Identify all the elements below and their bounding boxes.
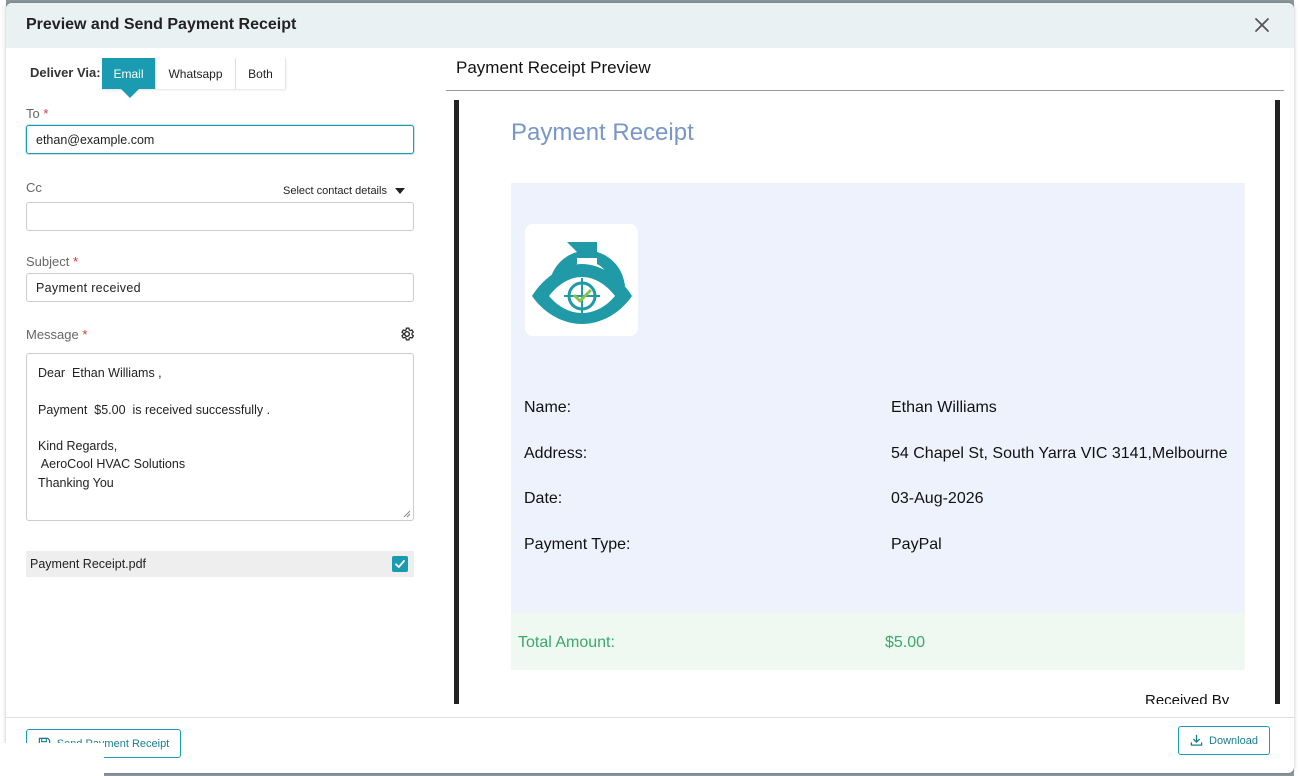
receipt-total-row: Total Amount: $5.00 (511, 613, 1245, 670)
subject-input[interactable]: Payment received (26, 273, 414, 302)
message-line: Payment $5.00 is received successfully . (38, 402, 271, 417)
attachment-filename: Payment Receipt.pdf (30, 557, 147, 571)
send-receipt-modal: Preview and Send Payment Receipt Deliver… (6, 3, 1294, 773)
preview-divider (446, 90, 1284, 91)
receipt-details-card: Name: Ethan Williams Address: 54 Chapel … (511, 183, 1245, 613)
deliver-option-both[interactable]: Both (236, 58, 286, 89)
receipt-date-label: Date: (524, 490, 563, 507)
footer-divider (6, 717, 1294, 718)
receipt-name-label: Name: (524, 399, 572, 416)
background-page-edge-right (1294, 0, 1300, 776)
message-line: Kind Regards, (38, 439, 118, 454)
checkbox-check-icon (395, 560, 405, 568)
deliver-option-whatsapp[interactable]: Whatsapp (156, 58, 236, 89)
message-line (38, 382, 402, 400)
helmet-eye-logo-icon (531, 242, 632, 324)
receipt-address-value: 54 Chapel St, South Yarra VIC 3141,Melbo… (891, 445, 1228, 462)
to-label: To * (26, 106, 49, 121)
message-line: Thanking You (38, 475, 114, 490)
company-logo (525, 224, 638, 336)
background-page-fragment (0, 743, 104, 776)
message-line: AeroCool HVAC Solutions (38, 457, 186, 472)
message-line (38, 419, 402, 437)
receipt-name-value: Ethan Williams (891, 399, 997, 416)
download-button[interactable]: Download (1178, 726, 1270, 755)
attachment-checkbox[interactable] (392, 556, 408, 572)
to-input[interactable]: ethan@example.com (26, 125, 414, 154)
download-icon (1190, 734, 1203, 746)
message-label: Message * (26, 327, 88, 342)
cc-label: Cc (26, 180, 42, 195)
download-button-label: Download (1209, 734, 1258, 747)
select-contact-label: Select contact details (283, 185, 387, 197)
attachment-row: Payment Receipt.pdf (26, 551, 414, 577)
preview-title: Payment Receipt Preview (456, 58, 651, 77)
total-amount-label: Total Amount: (518, 634, 615, 651)
received-by-label: Received By (1145, 692, 1230, 704)
total-amount-value: $5.00 (885, 634, 926, 651)
gear-icon[interactable] (399, 326, 415, 342)
select-contact-dropdown[interactable]: Select contact details (283, 185, 405, 197)
close-button[interactable] (1252, 15, 1272, 35)
receipt-payment-type-value: PayPal (891, 536, 942, 553)
deliver-via-label: Deliver Via: (30, 65, 101, 80)
receipt-date-value: 03-Aug-2026 (891, 490, 984, 507)
modal-title: Preview and Send Payment Receipt (26, 16, 297, 33)
receipt-address-label: Address: (524, 445, 588, 462)
cc-input[interactable] (26, 202, 414, 231)
caret-down-icon (394, 188, 405, 194)
message-line: Dear Ethan Williams , (38, 366, 162, 380)
modal-header: Preview and Send Payment Receipt (6, 3, 1294, 48)
subject-label: Subject * (26, 254, 79, 269)
receipt-payment-type-label: Payment Type: (524, 536, 631, 553)
close-icon (1255, 18, 1269, 32)
selected-indicator-arrow (121, 89, 139, 98)
resize-handle-icon[interactable] (403, 510, 411, 518)
receipt-preview-frame[interactable]: Payment Receipt Name: Ethan Williams Add… (454, 100, 1280, 704)
deliver-option-email[interactable]: Email (102, 58, 156, 89)
receipt-heading: Payment Receipt (511, 119, 694, 146)
message-textarea[interactable]: Dear Ethan Williams , Payment $5.00 is r… (26, 353, 414, 521)
